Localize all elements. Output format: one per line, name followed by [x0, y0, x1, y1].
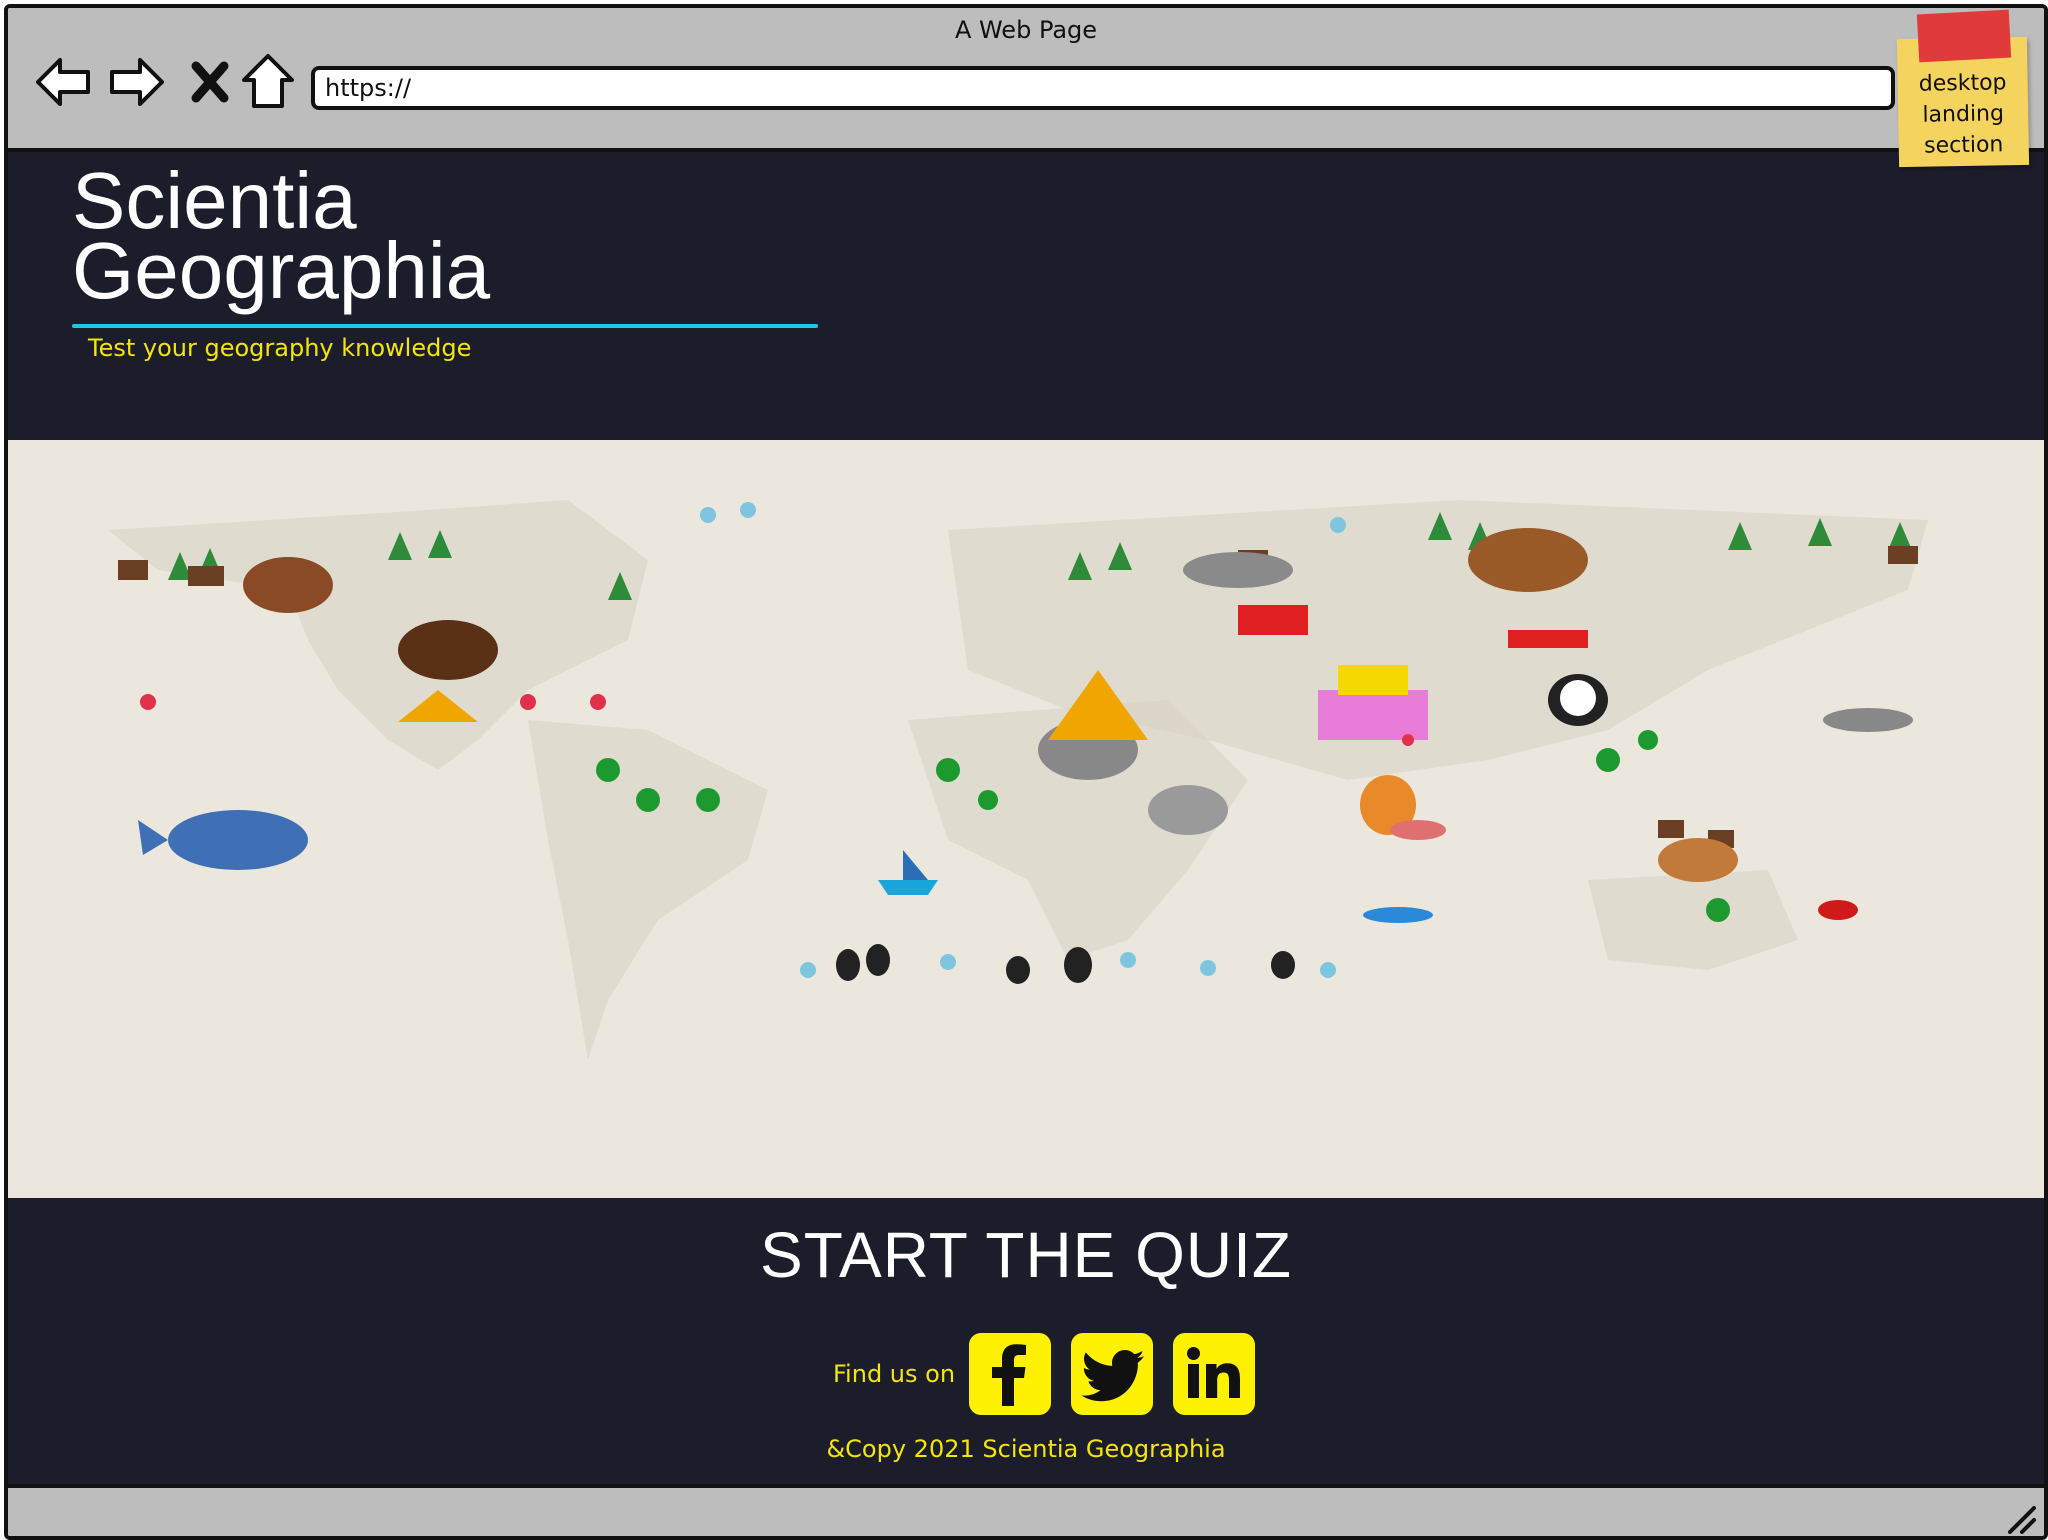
forward-button[interactable] [106, 52, 166, 112]
close-icon [191, 61, 229, 103]
title-underline [72, 324, 818, 328]
copyright: &Copy 2021 Scientia Geographia [826, 1435, 1226, 1463]
sticky-note-text: desktop landing section [1918, 70, 2007, 159]
tagline: Test your geography knowledge [88, 334, 472, 362]
start-quiz-button[interactable]: START THE QUIZ [8, 1218, 2044, 1292]
facebook-link[interactable] [969, 1333, 1052, 1415]
world-map-illustration [8, 440, 2044, 1198]
stop-button[interactable] [180, 52, 240, 112]
facebook-icon [992, 1344, 1027, 1406]
landing-page: Scientia Geographia Test your geography … [8, 152, 2044, 1484]
back-button[interactable] [34, 52, 94, 112]
linkedin-link[interactable] [1173, 1333, 1256, 1415]
home-button[interactable] [238, 52, 298, 112]
browser-toolbar: A Web Page https:// [8, 8, 2044, 152]
arrow-left-icon [36, 58, 90, 106]
social-links: Find us on [833, 1332, 1275, 1416]
linkedin-icon [1187, 1347, 1241, 1398]
twitter-icon [1081, 1350, 1145, 1402]
site-title[interactable]: Scientia Geographia [72, 161, 491, 315]
home-icon [242, 54, 294, 108]
status-bar [8, 1484, 2044, 1536]
browser-window: A Web Page https:// Scientia Geographia … [4, 4, 2048, 1540]
sticky-note-tape [1916, 9, 2012, 63]
world-map-graphic [8, 440, 2044, 1198]
resize-grip-icon[interactable] [2004, 1502, 2038, 1536]
site-title-line2: Geographia [72, 226, 491, 315]
window-title: A Web Page [954, 16, 1098, 44]
twitter-link[interactable] [1071, 1333, 1154, 1415]
find-us-label: Find us on [833, 1360, 956, 1388]
address-bar[interactable]: https:// [311, 66, 1895, 110]
arrow-right-icon [110, 58, 164, 106]
